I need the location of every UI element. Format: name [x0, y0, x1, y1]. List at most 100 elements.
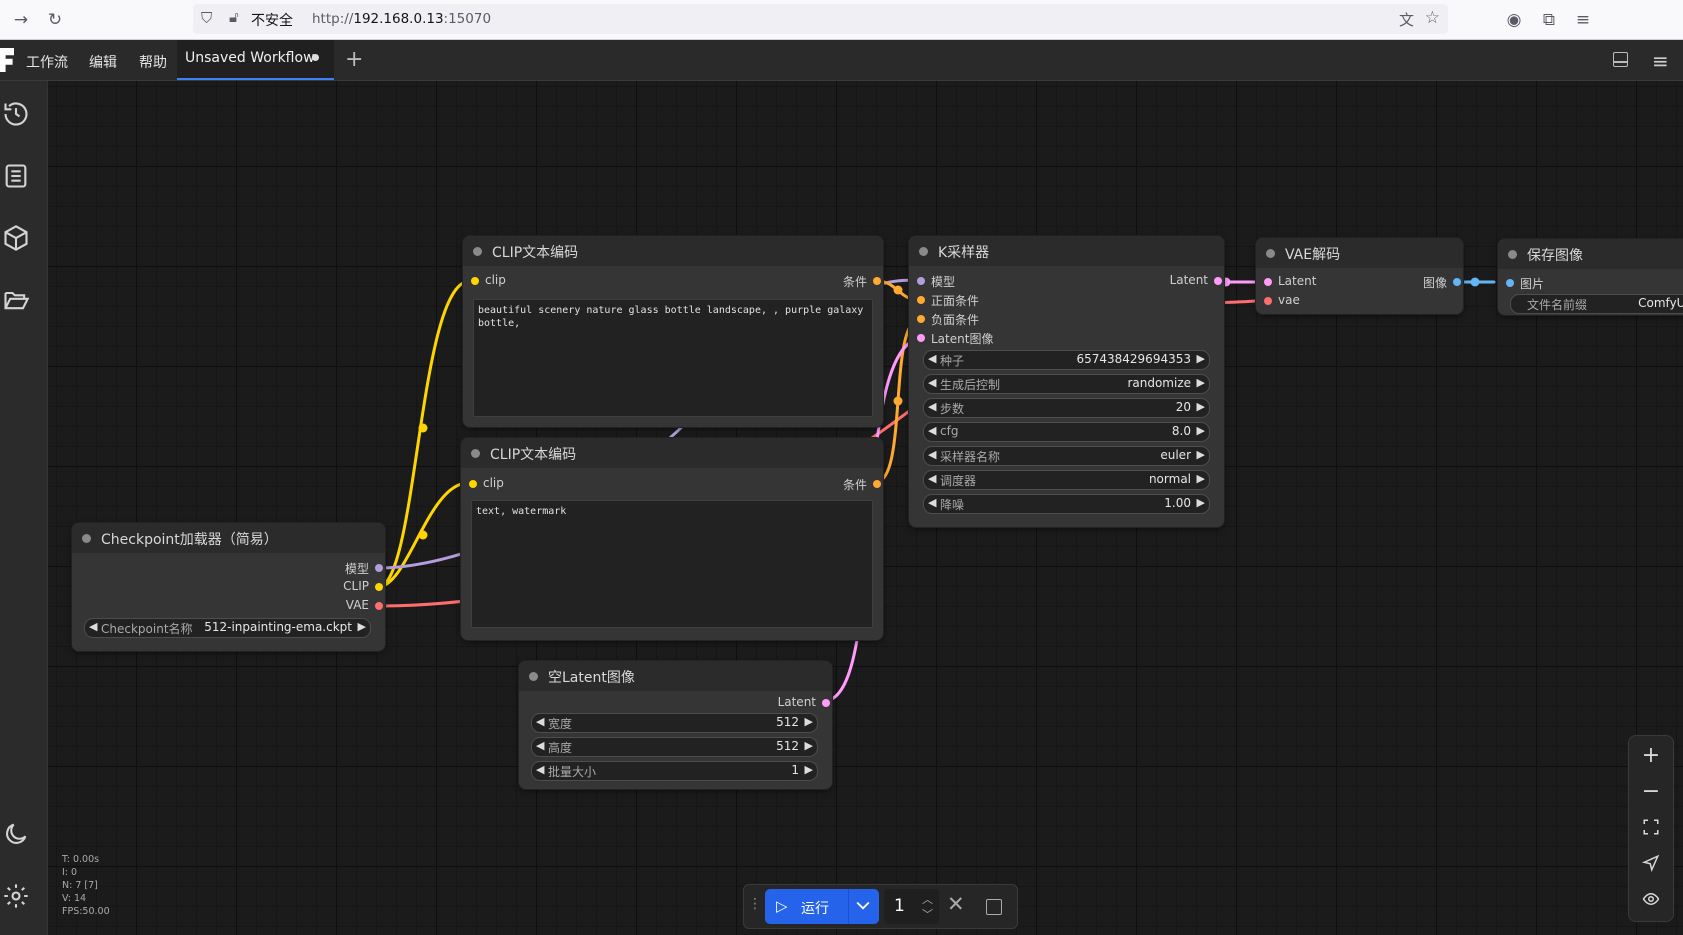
input-model[interactable]: 模型	[915, 273, 955, 290]
sidebar-node-library[interactable]	[0, 154, 47, 194]
extensions-icon[interactable]: ⧉	[1538, 9, 1560, 31]
widget-steps[interactable]: ◀ 步数 20 ▶	[923, 398, 1210, 418]
sidebar-queue-history[interactable]	[0, 92, 47, 132]
cancel-icon[interactable]: ✕	[947, 892, 965, 916]
node-empty-latent-image[interactable]: 空Latent图像 Latent ◀ 宽度 512 ▶ ◀ 高度 512 ▶ ◀…	[519, 661, 832, 789]
prompt-textarea[interactable]: beautiful scenery nature glass bottle la…	[473, 299, 873, 417]
shield-icon[interactable]: ⛉	[201, 9, 212, 27]
node-title-bar[interactable]: Checkpoint加载器（简易）	[72, 523, 385, 553]
add-tab-icon[interactable]: +	[345, 47, 363, 72]
browser-menu-icon[interactable]: ≡	[1572, 9, 1594, 31]
increment-arrow-icon[interactable]: ▶	[358, 620, 366, 633]
account-icon[interactable]: ◉	[1503, 9, 1525, 31]
node-save-image[interactable]: 保存图像 图片 文件名前缀 ComfyUI	[1498, 239, 1683, 315]
widget-checkpoint-name[interactable]: ◀ Checkpoint名称 512-inpainting-ema.ckpt ▶	[84, 618, 371, 638]
input-samples[interactable]: Latent	[1262, 274, 1316, 288]
widget-batch-size[interactable]: ◀ 批量大小 1 ▶	[531, 761, 818, 781]
collapse-dot-icon[interactable]	[1266, 249, 1275, 258]
increment-arrow-icon[interactable]: ▶	[805, 763, 813, 776]
input-latent-image[interactable]: Latent图像	[915, 330, 993, 347]
menu-help[interactable]: 帮助	[139, 52, 167, 72]
fit-view-icon[interactable]	[1629, 809, 1673, 846]
url-text[interactable]: http://192.168.0.13:15070	[312, 11, 491, 27]
node-ksampler[interactable]: K采样器 模型 正面条件 负面条件 Latent图像 Latent ◀ 种子 6…	[909, 236, 1224, 527]
batch-count-stepper[interactable]: 1 ︿ ﹀	[884, 889, 939, 924]
node-graph-canvas[interactable]: Checkpoint加载器（简易） 模型 CLIP VAE ◀ Checkpoi…	[48, 81, 1683, 935]
widget-cfg[interactable]: ◀ cfg 8.0 ▶	[923, 422, 1210, 442]
increment-arrow-icon[interactable]: ▶	[1197, 448, 1205, 461]
address-bar[interactable]: ⛉ 🔓︎ 不安全 http://192.168.0.13:15070 文 ☆	[193, 4, 1448, 34]
output-latent[interactable]: Latent	[1170, 273, 1224, 287]
increment-arrow-icon[interactable]: ▶	[805, 739, 813, 752]
node-vae-decode[interactable]: VAE解码 Latent vae 图像	[1256, 238, 1463, 314]
decrement-arrow-icon[interactable]: ◀	[928, 400, 936, 413]
widget-sampler-name[interactable]: ◀ 采样器名称 euler ▶	[923, 446, 1210, 466]
output-conditioning[interactable]: 条件	[843, 273, 883, 290]
increment-arrow-icon[interactable]: ▶	[1197, 496, 1205, 509]
collapse-dot-icon[interactable]	[82, 534, 91, 543]
output-vae[interactable]: VAE	[346, 598, 385, 612]
input-positive[interactable]: 正面条件	[915, 292, 979, 309]
reload-icon[interactable]: ↻	[44, 9, 66, 31]
chevron-down-icon[interactable]: ﹀	[922, 906, 933, 922]
decrement-arrow-icon[interactable]: ◀	[536, 763, 544, 776]
widget-control-after-generate[interactable]: ◀ 生成后控制 randomize ▶	[923, 374, 1210, 394]
decrement-arrow-icon[interactable]: ◀	[928, 352, 936, 365]
input-images[interactable]: 图片	[1504, 275, 1544, 292]
menu-workflow[interactable]: 工作流	[26, 52, 68, 72]
widget-scheduler[interactable]: ◀ 调度器 normal ▶	[923, 470, 1210, 490]
collapse-dot-icon[interactable]	[529, 672, 538, 681]
translate-icon[interactable]: 文	[1399, 9, 1414, 30]
zoom-in-icon[interactable]: +	[1629, 737, 1673, 774]
collapse-dot-icon[interactable]	[473, 247, 482, 256]
decrement-arrow-icon[interactable]: ◀	[928, 376, 936, 389]
sidebar-theme-toggle[interactable]	[0, 812, 47, 852]
widget-height[interactable]: ◀ 高度 512 ▶	[531, 737, 818, 757]
locate-icon[interactable]	[1629, 845, 1673, 882]
collapse-dot-icon[interactable]	[919, 247, 928, 256]
output-model[interactable]: 模型	[345, 560, 385, 577]
zoom-out-icon[interactable]: −	[1629, 773, 1673, 810]
increment-arrow-icon[interactable]: ▶	[1197, 400, 1205, 413]
input-clip[interactable]: clip	[469, 273, 506, 287]
stop-icon[interactable]	[986, 899, 1002, 915]
decrement-arrow-icon[interactable]: ◀	[928, 472, 936, 485]
node-checkpoint-loader[interactable]: Checkpoint加载器（简易） 模型 CLIP VAE ◀ Checkpoi…	[72, 523, 385, 651]
increment-arrow-icon[interactable]: ▶	[1197, 424, 1205, 437]
output-latent[interactable]: Latent	[778, 695, 832, 709]
input-negative[interactable]: 负面条件	[915, 311, 979, 328]
bookmark-star-icon[interactable]: ☆	[1425, 8, 1440, 28]
node-title-bar[interactable]: 保存图像	[1498, 239, 1683, 269]
widget-seed[interactable]: ◀ 种子 657438429694353 ▶	[923, 350, 1210, 370]
increment-arrow-icon[interactable]: ▶	[1197, 376, 1205, 389]
widget-width[interactable]: ◀ 宽度 512 ▶	[531, 713, 818, 733]
decrement-arrow-icon[interactable]: ◀	[928, 448, 936, 461]
node-title-bar[interactable]: VAE解码	[1256, 238, 1463, 268]
node-clip-text-encode-negative[interactable]: CLIP文本编码 clip 条件 text, watermark	[461, 438, 883, 640]
decrement-arrow-icon[interactable]: ◀	[89, 620, 97, 633]
bottom-panel-toggle-icon[interactable]	[1613, 52, 1628, 67]
collapse-dot-icon[interactable]	[471, 449, 480, 458]
node-title-bar[interactable]: K采样器	[909, 236, 1224, 266]
output-conditioning[interactable]: 条件	[843, 476, 883, 493]
output-image[interactable]: 图像	[1423, 274, 1463, 291]
chevron-up-icon[interactable]: ︿	[922, 891, 933, 907]
decrement-arrow-icon[interactable]: ◀	[928, 424, 936, 437]
output-clip[interactable]: CLIP	[343, 579, 385, 593]
increment-arrow-icon[interactable]: ▶	[1197, 472, 1205, 485]
widget-denoise[interactable]: ◀ 降噪 1.00 ▶	[923, 494, 1210, 514]
tab-unsaved-workflow[interactable]: Unsaved Workflow	[177, 40, 334, 80]
decrement-arrow-icon[interactable]: ◀	[536, 715, 544, 728]
prompt-textarea[interactable]: text, watermark	[471, 500, 873, 628]
increment-arrow-icon[interactable]: ▶	[805, 715, 813, 728]
sidebar-models[interactable]	[0, 216, 47, 256]
chevron-down-icon[interactable]	[853, 895, 873, 915]
forward-icon[interactable]: →	[10, 9, 32, 31]
insecure-lock-icon[interactable]: 🔓︎	[229, 8, 239, 26]
app-menu-icon[interactable]: ≡	[1652, 49, 1669, 73]
node-clip-text-encode-positive[interactable]: CLIP文本编码 clip 条件 beautiful scenery natur…	[463, 236, 883, 427]
node-title-bar[interactable]: CLIP文本编码	[461, 438, 883, 468]
sidebar-workflows[interactable]	[0, 278, 47, 318]
node-title-bar[interactable]: 空Latent图像	[519, 661, 832, 691]
sidebar-settings[interactable]	[0, 874, 47, 914]
